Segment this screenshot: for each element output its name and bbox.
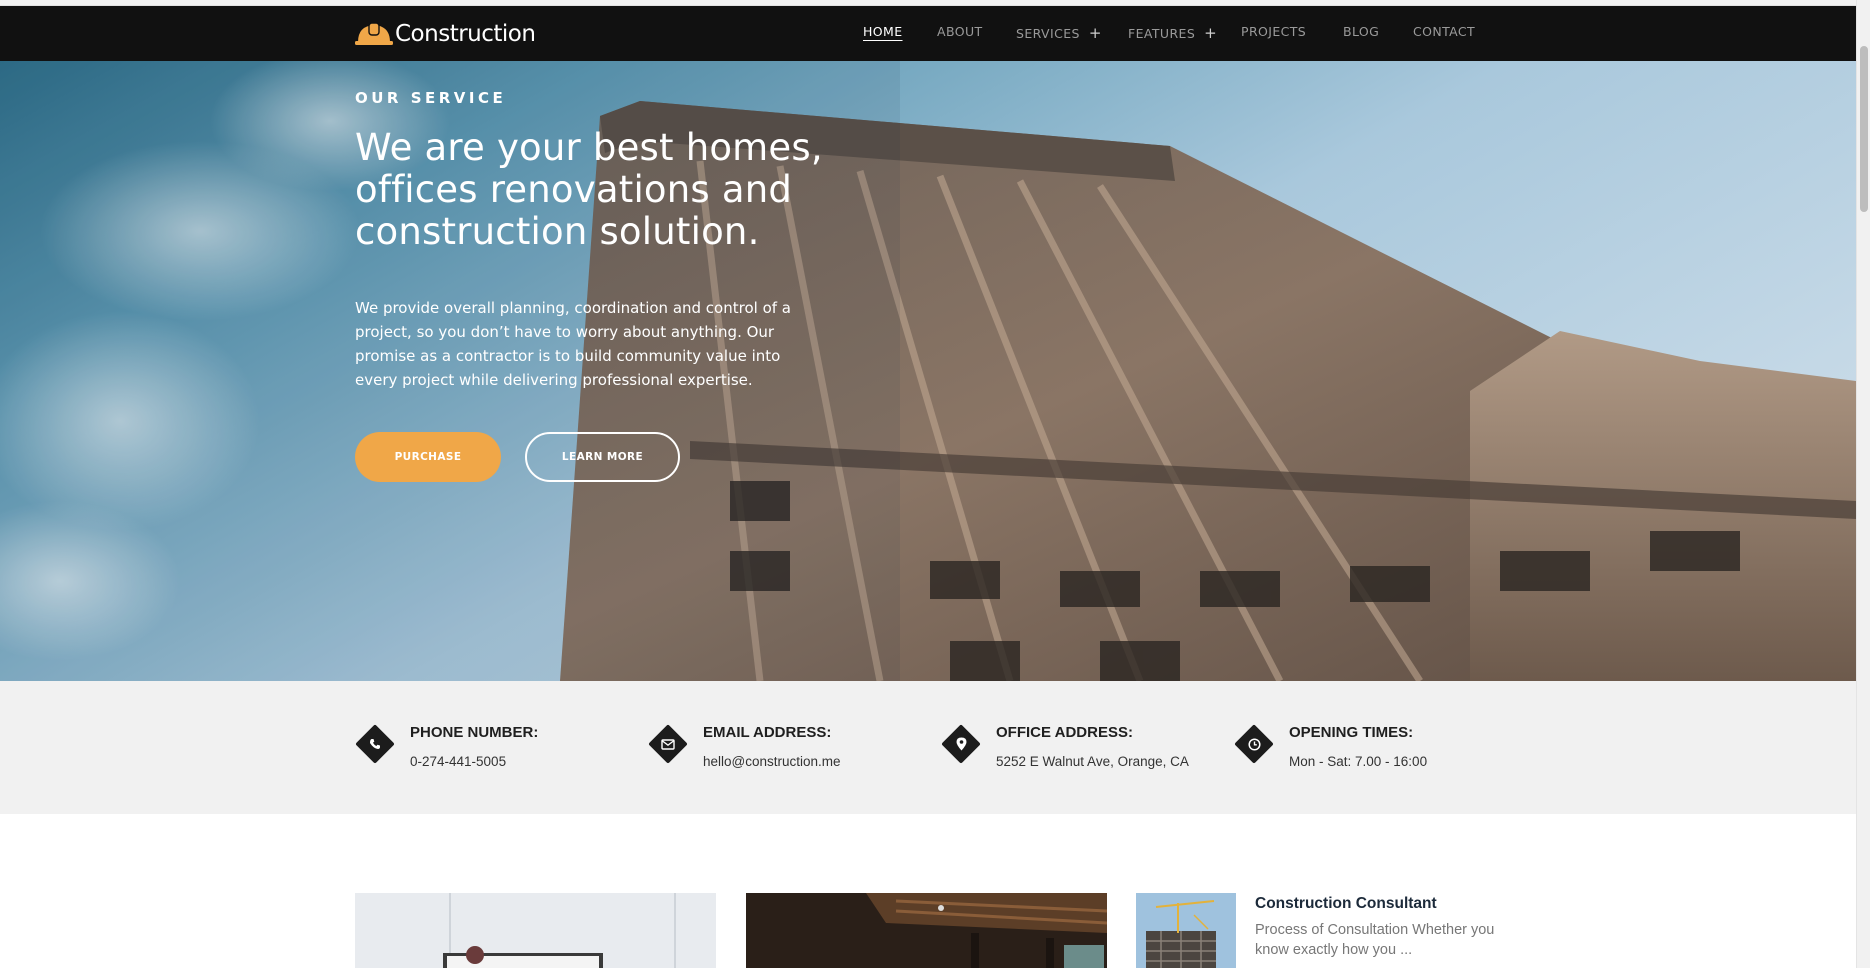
crane-photo bbox=[1136, 893, 1236, 968]
envelope-icon bbox=[661, 738, 675, 750]
plus-icon: + bbox=[1088, 24, 1102, 42]
featured-card-excerpt: Process of Consultation Whether you know… bbox=[1255, 922, 1495, 958]
service-card-image-2[interactable] bbox=[746, 893, 1107, 968]
service-card-image-1[interactable] bbox=[355, 893, 716, 968]
hero-section: OUR SERVICE We are your best homes, offi… bbox=[0, 61, 1856, 681]
site-header: Construction HOME ABOUT SERVICES + FEATUR… bbox=[0, 6, 1856, 61]
info-title: OPENING TIMES: bbox=[1289, 724, 1414, 741]
info-email: EMAIL ADDRESS: hello@construction.me bbox=[648, 722, 841, 769]
nav-home[interactable]: HOME bbox=[863, 24, 903, 39]
phone-icon bbox=[370, 739, 380, 749]
info-title: EMAIL ADDRESS: bbox=[703, 724, 832, 741]
clock-icon bbox=[1247, 737, 1261, 751]
hard-hat-icon bbox=[355, 22, 393, 45]
hero-building-image bbox=[0, 61, 1856, 681]
nav-projects[interactable]: PROJECTS bbox=[1241, 24, 1306, 39]
info-address: OFFICE ADDRESS: 5252 E Walnut Ave, Orang… bbox=[941, 722, 1189, 769]
hero-description: We provide overall planning, coordinatio… bbox=[355, 299, 791, 389]
hero-title: We are your best homes, offices renovati… bbox=[355, 126, 823, 253]
contact-info-band: PHONE NUMBER: 0-274-441-5005 EMAIL ADDRE… bbox=[0, 681, 1856, 814]
info-value: 0-274-441-5005 bbox=[410, 754, 507, 769]
nav-about[interactable]: ABOUT bbox=[937, 24, 983, 39]
map-pin-icon bbox=[956, 737, 966, 751]
nav-services-label: SERVICES bbox=[1016, 26, 1080, 41]
nav-blog[interactable]: BLOG bbox=[1343, 24, 1379, 39]
info-icon-wrapper bbox=[355, 724, 395, 764]
card-photo bbox=[746, 893, 1107, 968]
info-hours: OPENING TIMES: Mon - Sat: 7.00 - 16:00 bbox=[1234, 722, 1427, 769]
nav-services[interactable]: SERVICES + bbox=[1016, 24, 1102, 42]
featured-card-title[interactable]: Construction Consultant bbox=[1255, 895, 1437, 913]
hero-kicker: OUR SERVICE bbox=[355, 89, 507, 107]
card-photo bbox=[355, 893, 716, 968]
scrollbar-thumb[interactable] bbox=[1860, 46, 1868, 212]
info-phone: PHONE NUMBER: 0-274-441-5005 bbox=[355, 722, 538, 769]
info-value: Mon - Sat: 7.00 - 16:00 bbox=[1289, 754, 1428, 769]
page-scrollbar[interactable] bbox=[1856, 0, 1870, 968]
info-icon-wrapper bbox=[648, 724, 688, 764]
info-icon-wrapper bbox=[941, 724, 981, 764]
nav-features-label: FEATURES bbox=[1128, 26, 1196, 41]
purchase-button[interactable]: PURCHASE bbox=[355, 432, 501, 482]
learn-more-button[interactable]: LEARN MORE bbox=[525, 432, 680, 482]
info-value[interactable]: hello@construction.me bbox=[703, 754, 841, 769]
plus-icon: + bbox=[1204, 24, 1218, 42]
brand-name: Construction bbox=[395, 21, 536, 47]
info-title: PHONE NUMBER: bbox=[410, 724, 539, 741]
info-icon-wrapper bbox=[1234, 724, 1274, 764]
nav-contact[interactable]: CONTACT bbox=[1413, 24, 1475, 39]
info-title: OFFICE ADDRESS: bbox=[996, 724, 1133, 741]
info-value: 5252 E Walnut Ave, Orange, CA bbox=[996, 754, 1189, 769]
nav-features[interactable]: FEATURES + bbox=[1128, 24, 1217, 42]
site-logo[interactable]: Construction bbox=[355, 18, 536, 50]
featured-card-thumbnail[interactable] bbox=[1136, 893, 1236, 968]
